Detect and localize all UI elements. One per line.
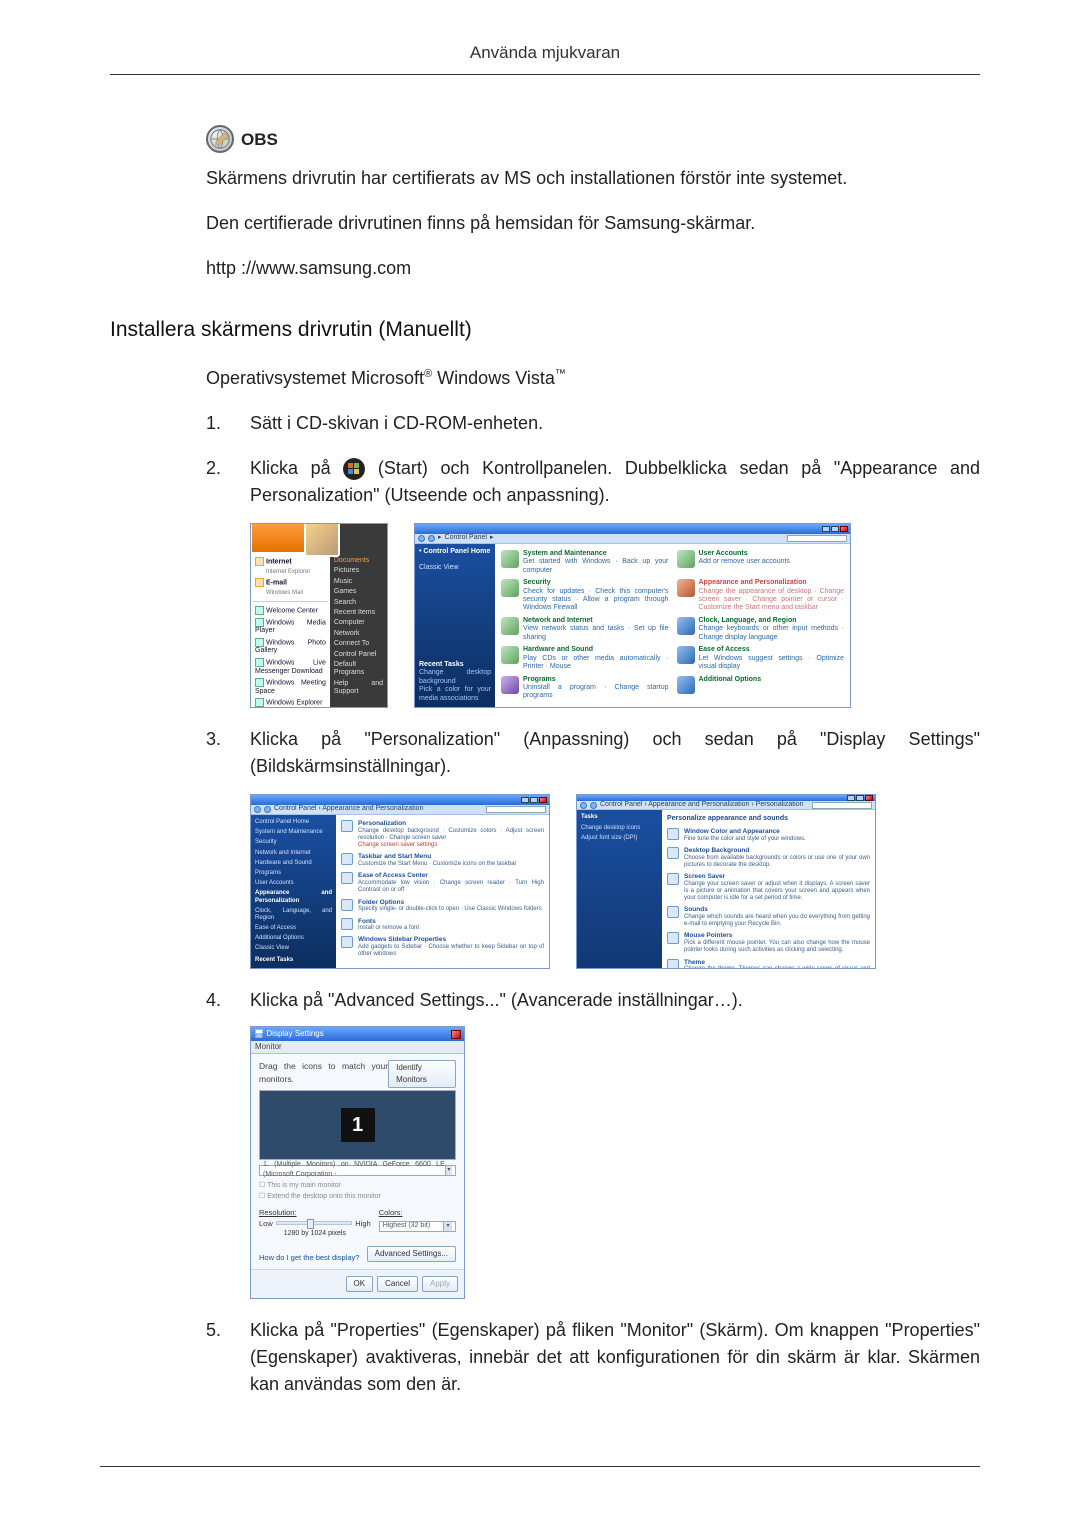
obs-label: OBS — [241, 127, 278, 153]
screenshot-start-menu: Internet Internet Explorer E-mail Window… — [250, 523, 388, 708]
obs-text-1: Skärmens drivrutin har certifierats av M… — [206, 165, 980, 192]
cancel-button[interactable]: Cancel — [377, 1276, 418, 1292]
os-line: Operativsystemet Microsoft® Windows Vist… — [206, 365, 980, 392]
apply-button[interactable]: Apply — [422, 1276, 458, 1292]
identify-monitors-button[interactable]: Identify Monitors — [388, 1060, 456, 1088]
obs-text-2: Den certifierade drivrutinen finns på he… — [206, 210, 980, 237]
screenshot-personalization: Control Panel › Appearance and Personali… — [576, 794, 876, 969]
section-title: Installera skärmens drivrutin (Manuellt) — [110, 314, 980, 346]
windows-start-icon — [343, 458, 365, 480]
step-4-text: Klicka på "Advanced Settings..." (Avance… — [250, 987, 980, 1299]
step-2-number: 2. — [206, 455, 236, 482]
screenshot-appearance: Control Panel › Appearance and Personali… — [250, 794, 550, 969]
advanced-settings-button[interactable]: Advanced Settings... — [367, 1246, 456, 1262]
step-2-text: Klicka på (Start) och Kontrollpanelen. D… — [250, 455, 980, 708]
step-4-number: 4. — [206, 987, 236, 1014]
step-3-number: 3. — [206, 726, 236, 753]
obs-url: http ://www.samsung.com — [206, 255, 980, 282]
globe-pencil-icon — [206, 125, 234, 153]
ok-button[interactable]: OK — [346, 1276, 374, 1292]
footer-rule — [100, 1466, 980, 1467]
step-5-text: Klicka på "Properties" (Egenskaper) på f… — [250, 1317, 980, 1398]
step-1-number: 1. — [206, 410, 236, 437]
help-link[interactable]: How do I get the best display? — [259, 1252, 359, 1263]
step-5-number: 5. — [206, 1317, 236, 1344]
screenshot-control-panel: ▸ Control Panel ▸ • Control Panel Home C… — [414, 523, 851, 708]
screenshot-display-settings: 🖥 Display Settings Monitor Drag the icon… — [250, 1026, 465, 1299]
step-3-text: Klicka på "Personalization" (Anpassning)… — [250, 726, 980, 969]
page-header-title: Använda mjukvaran — [110, 40, 980, 75]
step-1-text: Sätt i CD-skivan i CD-ROM-enheten. — [250, 410, 980, 437]
